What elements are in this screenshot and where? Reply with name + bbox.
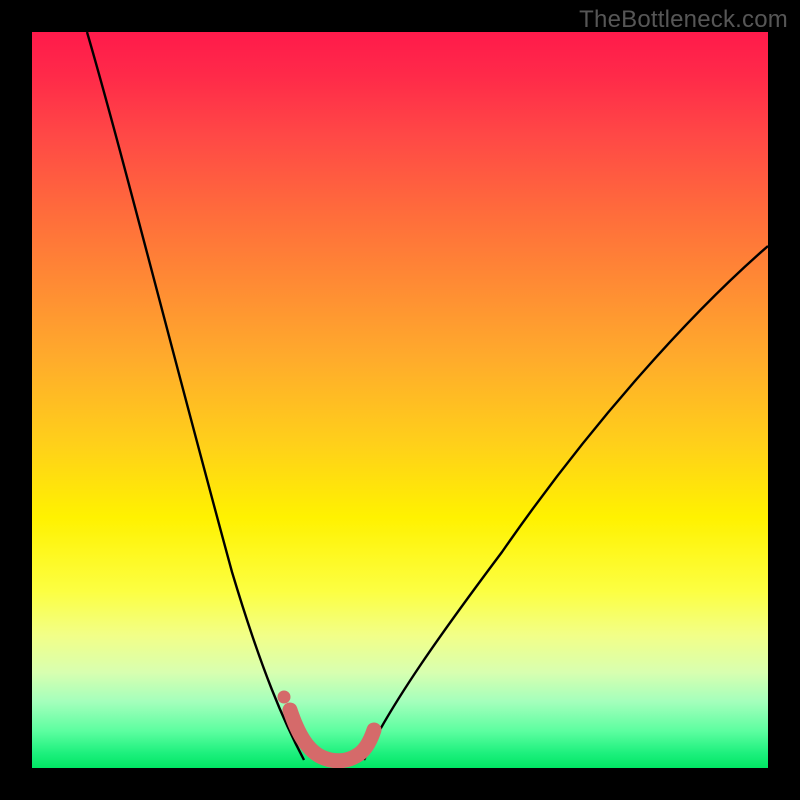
chart-frame: TheBottleneck.com [0,0,800,800]
marker-dot-icon [278,691,291,704]
right-curve-path [364,246,768,760]
marker-band-path [290,710,374,761]
chart-svg [32,32,768,768]
watermark-text: TheBottleneck.com [579,6,788,34]
curve-layer [87,32,768,760]
marker-layer [278,691,375,761]
left-curve-path [87,32,304,760]
plot-area [32,32,768,768]
